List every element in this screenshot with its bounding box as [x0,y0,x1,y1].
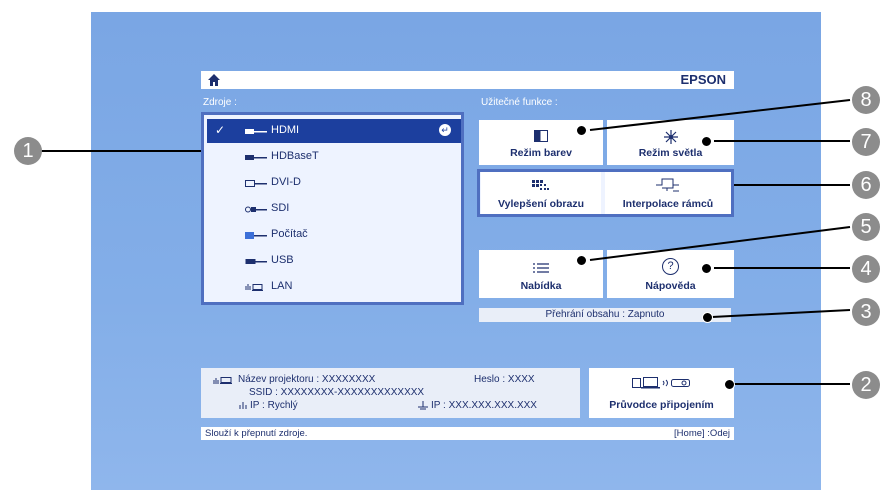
callout-6: 6 [852,171,880,199]
callout-8: 8 [852,86,880,114]
callout-5: 5 [852,213,880,241]
callout-dot [724,379,735,390]
callout-dot [576,255,587,266]
callout-3: 3 [852,298,880,326]
callout-dot [702,312,713,323]
callout-2: 2 [852,371,880,399]
callout-dot [701,263,712,274]
callout-dot [701,136,712,147]
callout-lines [30,99,851,385]
callout-dot [576,125,587,136]
callout-4: 4 [852,255,880,283]
callout-7: 7 [852,128,880,156]
callout-1: 1 [14,137,42,165]
